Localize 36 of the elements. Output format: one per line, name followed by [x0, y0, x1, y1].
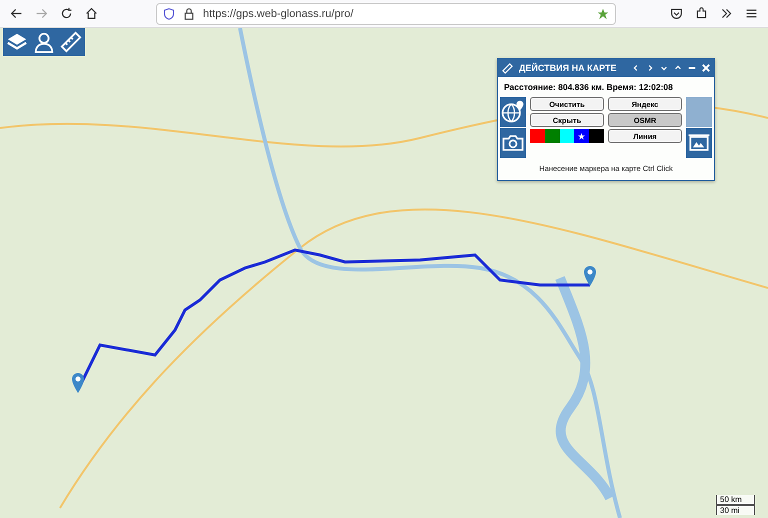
color-swatch[interactable] [574, 129, 590, 143]
url-text: https://gps.web-glonass.ru/pro/ [203, 8, 354, 20]
close-icon[interactable] [702, 64, 710, 72]
reload-icon[interactable] [60, 7, 73, 20]
back-icon[interactable] [10, 7, 23, 20]
ruler-icon[interactable] [60, 31, 82, 53]
preview-tile [686, 97, 712, 127]
color-swatch[interactable] [544, 129, 560, 143]
ruler-icon [502, 62, 513, 74]
picture-frame-icon[interactable] [686, 128, 712, 158]
color-swatch[interactable] [560, 129, 574, 143]
puzzle-icon[interactable] [695, 7, 708, 20]
scale-bar-metric: 50 km [716, 495, 755, 505]
globe-pin-icon[interactable] [500, 97, 526, 127]
map-pin-icon[interactable] [583, 265, 597, 287]
user-icon[interactable] [32, 31, 55, 53]
lock-icon [183, 8, 195, 20]
chevron-left-icon[interactable] [632, 64, 640, 72]
scale-bar-imperial: 30 mi [716, 505, 755, 515]
shield-icon [163, 8, 175, 20]
chevron-down-icon[interactable] [660, 64, 668, 72]
camera-icon[interactable] [500, 128, 526, 158]
color-swatch[interactable] [530, 129, 545, 143]
menu-icon[interactable] [745, 7, 758, 20]
color-swatch[interactable] [589, 129, 604, 143]
minimize-icon[interactable] [688, 64, 696, 72]
star-icon[interactable] [597, 8, 609, 20]
panel-title: ДЕЙСТВИЯ НА КАРТЕ [519, 63, 616, 73]
chevrons-icon[interactable] [720, 7, 733, 20]
distance-time-text: Расстояние: 804.836 км. Время: 12:02:08 [503, 81, 674, 94]
chevron-up-icon[interactable] [674, 64, 682, 72]
pocket-icon[interactable] [670, 7, 683, 20]
home-icon[interactable] [85, 7, 98, 20]
address-bar[interactable]: https://gps.web-glonass.ru/pro/ [156, 2, 616, 24]
chevron-right-icon[interactable] [646, 64, 654, 72]
map-pin-icon[interactable] [71, 372, 85, 394]
